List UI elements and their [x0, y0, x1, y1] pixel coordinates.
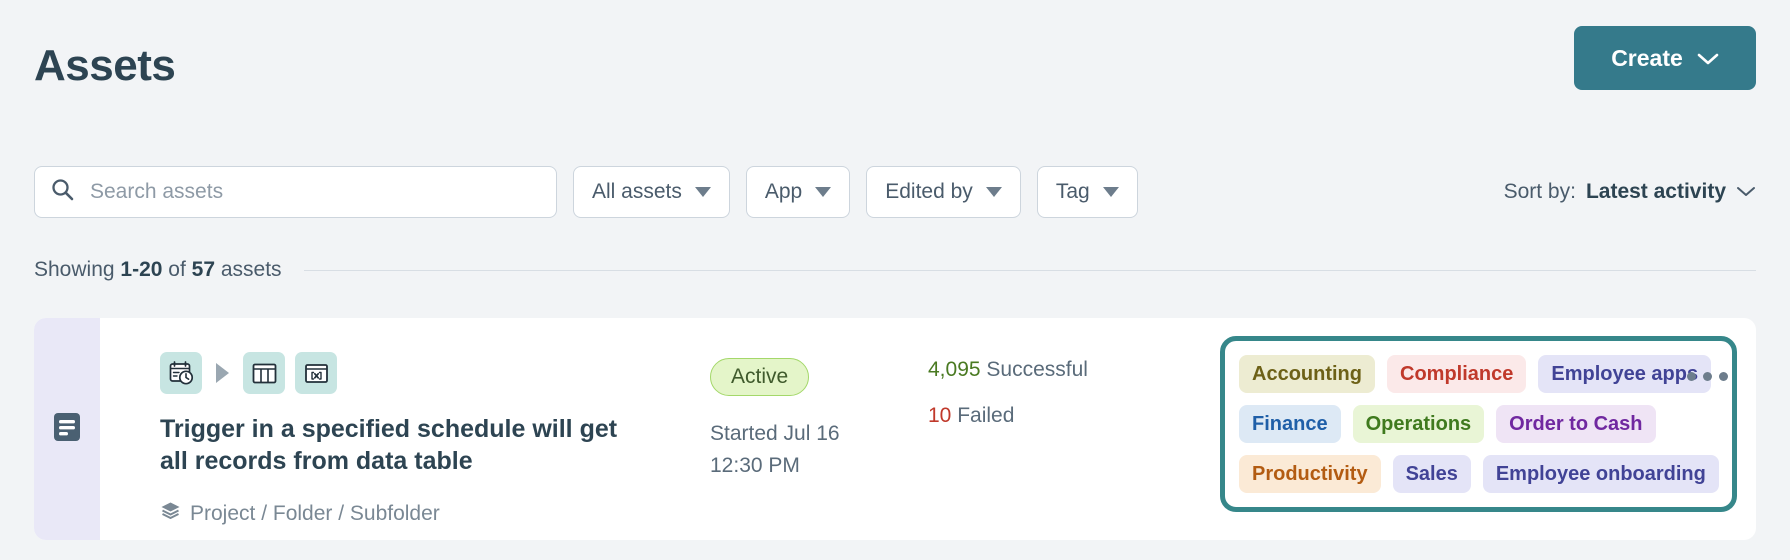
filter-bar: All assets App Edited by Tag Sort by: La… [34, 166, 1756, 218]
caret-down-icon [1102, 187, 1119, 197]
asset-status-column: Active Started Jul 16 12:30 PM [710, 358, 940, 481]
results-total: 57 [191, 258, 215, 281]
search-box[interactable] [34, 166, 557, 218]
caret-down-icon [985, 187, 1002, 197]
arrow-right-icon [216, 363, 229, 383]
run-successful-count: 4,095 [928, 358, 981, 381]
chevron-down-icon [1697, 45, 1719, 72]
ellipsis-dot [1719, 372, 1728, 381]
filter-all-assets-label: All assets [592, 180, 682, 203]
results-summary: Showing 1-20 of 57 assets [34, 258, 282, 282]
status-badge: Active [710, 358, 810, 396]
assets-page: Assets Create All assets [0, 0, 1790, 560]
ellipsis-dot [1687, 372, 1696, 381]
caret-down-icon [694, 187, 711, 197]
filter-edited-by-label: Edited by [885, 180, 973, 203]
tag-chip[interactable]: Compliance [1387, 355, 1527, 393]
run-stat-successful: 4,095 Successful [928, 358, 1178, 382]
asset-runs-column: 4,095 Successful 10 Failed [928, 358, 1178, 428]
layers-icon [160, 500, 181, 527]
tag-chip[interactable]: Order to Cash [1496, 405, 1656, 443]
sort-by-control[interactable]: Sort by: Latest activity [1504, 180, 1756, 204]
results-range: 1-20 [120, 258, 163, 281]
run-failed-label: Failed [957, 404, 1015, 427]
tag-chip[interactable]: Finance [1239, 405, 1341, 443]
tag-chip[interactable]: Operations [1352, 405, 1485, 443]
caret-down-icon [815, 187, 832, 197]
tag-chip[interactable]: Sales [1392, 455, 1471, 493]
filter-tag[interactable]: Tag [1036, 166, 1138, 218]
search-input[interactable] [88, 167, 540, 217]
tag-chip[interactable]: Employee onboarding [1482, 455, 1719, 493]
breadcrumb-label: Project / Folder / Subfolder [190, 501, 440, 525]
filter-edited-by[interactable]: Edited by [866, 166, 1021, 218]
tag-chip[interactable]: Productivity [1239, 455, 1381, 493]
create-button-label: Create [1611, 44, 1683, 71]
filter-all-assets[interactable]: All assets [573, 166, 730, 218]
results-middle: of [168, 258, 186, 281]
asset-flow-icons [160, 352, 337, 394]
data-table-icon[interactable] [243, 352, 285, 394]
asset-type-accent [34, 318, 100, 540]
results-prefix: Showing [34, 258, 115, 281]
run-successful-label: Successful [986, 358, 1088, 381]
schedule-trigger-icon[interactable] [160, 352, 202, 394]
document-lines-icon [52, 411, 82, 448]
asset-started-time: Started Jul 16 12:30 PM [710, 422, 840, 477]
search-icon [51, 178, 74, 206]
sort-by-value: Latest activity [1585, 180, 1726, 203]
asset-title[interactable]: Trigger in a specified schedule will get… [160, 414, 630, 478]
asset-tags-region: Accounting Compliance Employee apps Finance… [1220, 336, 1737, 512]
divider [303, 269, 1756, 271]
create-button[interactable]: Create [1574, 26, 1756, 90]
asset-card-body: Trigger in a specified schedule will get… [100, 318, 1756, 540]
asset-card[interactable]: Trigger in a specified schedule will get… [34, 318, 1756, 540]
breadcrumb[interactable]: Project / Folder / Subfolder [160, 500, 440, 527]
results-suffix: assets [220, 258, 282, 281]
page-title: Assets [34, 41, 176, 90]
results-summary-row: Showing 1-20 of 57 assets [34, 255, 1756, 285]
filter-app[interactable]: App [745, 166, 851, 218]
run-stat-failed: 10 Failed [928, 404, 1178, 428]
page-header: Assets Create [34, 20, 1756, 100]
chevron-down-icon [1736, 180, 1756, 204]
sort-by-label: Sort by: [1503, 180, 1576, 203]
filter-tag-label: Tag [1055, 180, 1090, 203]
ellipsis-dot [1703, 372, 1712, 381]
expression-icon[interactable] [295, 352, 337, 394]
run-failed-count: 10 [928, 404, 952, 427]
filter-app-label: App [764, 180, 803, 203]
ellipsis-icon[interactable] [1681, 366, 1734, 387]
tag-chip[interactable]: Accounting [1239, 355, 1375, 393]
